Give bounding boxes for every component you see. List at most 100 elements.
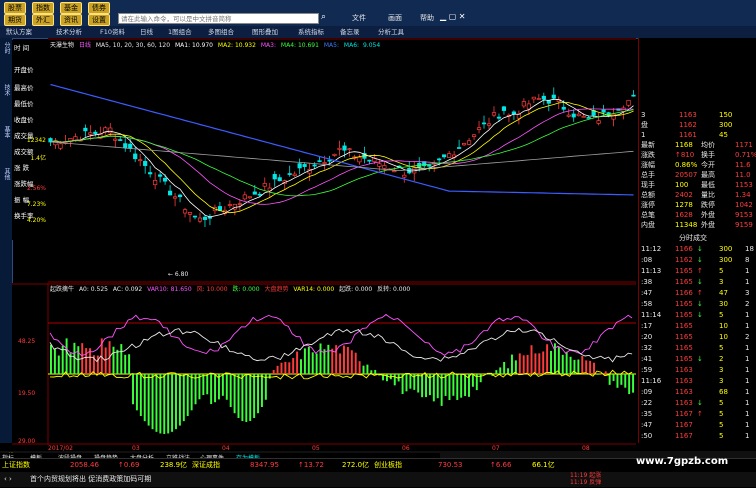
tool-daily[interactable]: 日线 bbox=[140, 27, 153, 37]
candle-body bbox=[521, 101, 526, 107]
nav-fund[interactable]: 基金 bbox=[60, 2, 82, 14]
tool-analysis-tools[interactable]: 分析工具 bbox=[378, 27, 404, 37]
tool-scheme[interactable]: 默认方案 bbox=[6, 27, 32, 37]
tool-overlay[interactable]: 图形叠加 bbox=[252, 27, 278, 37]
candle-body bbox=[163, 177, 168, 182]
window-controls[interactable]: ▁ ▢ ✕ bbox=[440, 12, 466, 21]
vtab-technical[interactable]: 技术 bbox=[1, 84, 11, 96]
indicator-bar bbox=[323, 349, 326, 374]
candle-body bbox=[197, 217, 203, 222]
candle-body bbox=[287, 173, 292, 175]
indicator-bar bbox=[73, 342, 76, 374]
candle-body bbox=[392, 170, 397, 173]
indicator-bar bbox=[538, 353, 541, 374]
nav-settings[interactable]: 设置 bbox=[88, 14, 110, 26]
tick-volume: 5 bbox=[719, 311, 724, 319]
indicator-bar bbox=[608, 374, 611, 385]
indicator-bar bbox=[436, 374, 439, 399]
tick-volume: 10 bbox=[719, 333, 728, 341]
tool-multichart[interactable]: 多图组合 bbox=[208, 27, 234, 37]
title-ma-labels: MA5, 10, 20, 30, 60, 120 bbox=[96, 42, 170, 49]
tick-volume: 5 bbox=[719, 410, 724, 418]
command-input[interactable] bbox=[118, 13, 319, 24]
title-ma4: MA4: 10.691 bbox=[281, 42, 319, 49]
indicator-chart[interactable]: 起跌擒牛 A0: 0.525 AC: 0.092 VAR10: 81.650 风… bbox=[12, 283, 636, 445]
info-value-amplitude: 7.23% bbox=[26, 201, 46, 208]
ticker-arrows-icon[interactable]: ‹ › bbox=[4, 474, 12, 484]
tick-time: :17 bbox=[641, 322, 653, 330]
tool-f10[interactable]: F10资料 bbox=[100, 27, 125, 37]
indicator-bar bbox=[358, 361, 361, 374]
nav-futures[interactable]: 期货 bbox=[4, 14, 26, 26]
indicator-bar bbox=[596, 374, 599, 375]
ind-p: 起跌: 0.000 bbox=[339, 285, 372, 293]
tick-time: :47 bbox=[641, 289, 653, 297]
candlestick-chart[interactable]: 天瀑生物 日线 MA5, 10, 20, 30, 60, 120 MA1: 10… bbox=[48, 38, 636, 283]
indicator-bar bbox=[155, 374, 158, 432]
indicator-bar bbox=[331, 348, 334, 374]
tick-volume: 30 bbox=[719, 300, 728, 308]
indicator-bar bbox=[225, 374, 228, 400]
tool-memo[interactable]: 备忘录 bbox=[340, 27, 360, 37]
tool-indicators[interactable]: 系统指标 bbox=[298, 27, 324, 37]
candle-body bbox=[576, 113, 581, 117]
nav-forex[interactable]: 外汇 bbox=[32, 14, 54, 26]
candle-body bbox=[277, 177, 282, 182]
nav-news[interactable]: 资讯 bbox=[60, 14, 82, 26]
tick-time: :59 bbox=[641, 366, 653, 374]
indicator-bar bbox=[425, 374, 427, 398]
quote-row: 11:12 1166 ↓ 300 18 bbox=[639, 244, 756, 255]
tick-price: 1163 bbox=[675, 399, 693, 407]
quote-row: :47 1166 ↑ 47 3 bbox=[639, 288, 756, 299]
nav-index[interactable]: 指数 bbox=[32, 2, 54, 14]
nav-bond[interactable]: 债券 bbox=[88, 2, 110, 14]
menu-view[interactable]: 画面 bbox=[388, 13, 402, 23]
candle-body bbox=[457, 147, 462, 149]
indicator-bar bbox=[409, 374, 412, 389]
tick-price: 1166 bbox=[675, 245, 693, 253]
candle-body bbox=[167, 190, 173, 196]
vtab-other[interactable]: 其他 bbox=[1, 168, 11, 180]
tick-time: 11:12 bbox=[641, 245, 662, 253]
search-icon[interactable]: ⌕ bbox=[321, 12, 326, 22]
tick-price: 1167 bbox=[675, 421, 693, 429]
tick-count: 1 bbox=[745, 399, 750, 407]
tick-price: 1165 bbox=[675, 300, 693, 308]
candle-body bbox=[123, 143, 128, 149]
indicator-bar bbox=[581, 355, 584, 374]
indicator-bar bbox=[280, 362, 283, 374]
tick-volume: 300 bbox=[719, 245, 733, 253]
indicator-bar bbox=[612, 374, 615, 381]
tool-1chart[interactable]: 1图组合 bbox=[168, 27, 192, 37]
tick-direction: ↑ bbox=[697, 410, 703, 418]
info-value-pct: 2.56% bbox=[26, 185, 46, 192]
candle-body bbox=[437, 158, 442, 161]
candle-body bbox=[571, 113, 576, 118]
index-name[interactable]: 深证成指 bbox=[192, 460, 220, 470]
indicator-bar bbox=[479, 374, 482, 383]
quote-row: :08 1162 ↓ 300 8 bbox=[639, 255, 756, 266]
indicator-bar bbox=[464, 374, 467, 396]
candle-body bbox=[312, 164, 317, 167]
nav-stock[interactable]: 股票 bbox=[4, 2, 26, 14]
tick-time: 11:13 bbox=[641, 267, 662, 275]
quote-row: :09 1163 68 1 bbox=[639, 387, 756, 398]
candle-body bbox=[327, 159, 332, 162]
tick-price: 1165 bbox=[675, 344, 693, 352]
ticker-text[interactable]: 首个内贸规划将出 促消费政策加码可期 bbox=[30, 474, 151, 484]
menu-help[interactable]: 帮助 bbox=[420, 13, 434, 23]
indicator-bar bbox=[569, 356, 572, 374]
quote-row: :41 1165 ↓ 2 1 bbox=[639, 354, 756, 365]
index-name[interactable]: 创业板指 bbox=[374, 460, 402, 470]
tick-time: :09 bbox=[641, 388, 653, 396]
vtab-fundamental[interactable]: 基本 bbox=[1, 126, 11, 138]
tool-tech-analysis[interactable]: 技术分析 bbox=[56, 27, 82, 37]
ind-r: 反转: 0.000 bbox=[377, 285, 410, 293]
menu-file[interactable]: 文件 bbox=[352, 13, 366, 23]
vtab-timeshare[interactable]: 分时 bbox=[1, 42, 11, 54]
candle-body bbox=[402, 174, 407, 178]
title-ma6-value: 9.054 bbox=[363, 42, 380, 49]
price-info-panel: 时 间 开盘价 最高价 最低价 收盘价 成交量 12342 成交额 1.4亿 涨… bbox=[12, 40, 48, 240]
index-name[interactable]: 上证指数 bbox=[2, 460, 30, 470]
indicator-bar bbox=[546, 344, 549, 374]
